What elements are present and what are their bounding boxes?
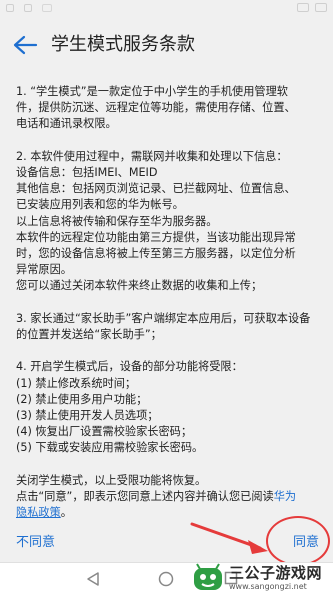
nav-back-icon[interactable] [86, 571, 100, 587]
back-arrow-icon[interactable] [12, 34, 38, 56]
terms-closing: 关闭学生模式，以上受限功能将恢复。 点击“同意”，即表示您同意上述内容并确认您已… [16, 473, 322, 522]
site-watermark: 三公子游戏网 www.sangongzi.net [191, 561, 331, 595]
terms-section-2: 2. 本软件使用过程中，需联网并收集和处理以下信息： 设备信息：包括IMEI、M… [16, 149, 322, 295]
terms-line: (5) 下载或安装应用需校验家长密码。 [16, 441, 204, 455]
consent-line: 点击“同意”，即表示您同意上述内容并确认您已阅读华为 [16, 489, 322, 505]
terms-line: 已安装应用列表和您的华为帐号。 [16, 198, 184, 212]
privacy-policy-link-start[interactable]: 华为 [274, 490, 296, 503]
terms-content: 1. “学生模式”是一款定位于中小学生的手机使用管理软 件，提供防沉迷、远程定位… [16, 84, 322, 521]
consent-line-2: 隐私政策。 [16, 505, 322, 521]
signal-icon [297, 3, 309, 12]
status-indicators [297, 3, 327, 12]
watermark-text: 三公子游戏网 www.sangongzi.net [229, 563, 323, 591]
notification-icon [24, 4, 32, 12]
terms-line: 以上信息将被传输和保存至华为服务器。 [16, 214, 218, 228]
terms-line: 电话和通讯录权限。 [16, 117, 117, 131]
terms-section-3: 3. 家长通过“家长助手”客户端绑定本应用后，可获取本设备 的位置并发送给“家长… [16, 311, 322, 343]
dialog-footer: 不同意 同意 [0, 522, 333, 562]
terms-line: 您可以通过关闭本软件来终止数据的收集和上传； [16, 279, 263, 293]
status-icons [6, 4, 52, 12]
notification-icon [6, 4, 14, 12]
terms-line: 件，提供防沉迷、远程定位等功能，需使用存储、位置、 [16, 101, 296, 115]
consent-suffix: 。 [60, 506, 72, 520]
terms-line: (4) 恢复出厂设置需校验家长密码； [16, 425, 193, 439]
disagree-button[interactable]: 不同意 [16, 531, 55, 550]
consent-text: 点击“同意”，即表示您同意上述内容并确认您已阅读 [16, 490, 274, 504]
terms-line: 2. 本软件使用过程中，需联网并收集和处理以下信息： [16, 149, 288, 163]
terms-line: 时，您的设备信息将被上传至第三方服务器，以定位分析 [16, 247, 296, 261]
watermark-name: 三公子游戏网 [229, 563, 323, 582]
terms-section-1: 1. “学生模式”是一款定位于中小学生的手机使用管理软 件，提供防沉迷、远程定位… [16, 84, 322, 133]
watermark-url: www.sangongzi.net [229, 581, 307, 591]
terms-line: 4. 开启学生模式后，设备的部分功能将受限： [16, 360, 243, 374]
terms-line: 1. “学生模式”是一款定位于中小学生的手机使用管理软 [16, 85, 288, 98]
terms-line: 设备信息：包括IMEI、MEID [16, 166, 158, 179]
terms-line: 其他信息：包括网页浏览记录、已拦截网址、位置信息、 [16, 182, 296, 196]
nav-home-icon[interactable] [158, 571, 174, 587]
battery-icon [315, 3, 327, 12]
terms-line: 3. 家长通过“家长助手”客户端绑定本应用后，可获取本设备 [16, 311, 311, 325]
privacy-policy-link[interactable]: 隐私政策 [16, 506, 61, 519]
app-bar: 学生模式服务条款 [0, 20, 333, 72]
terms-line: 关闭学生模式，以上受限功能将恢复。 [16, 473, 207, 487]
page-title: 学生模式服务条款 [51, 34, 195, 55]
terms-section-4: 4. 开启学生模式后，设备的部分功能将受限： (1) 禁止修改系统时间； (2)… [16, 359, 322, 456]
notification-icon [42, 4, 52, 12]
terms-line: (3) 禁止使用开发人员选项； [16, 409, 159, 423]
terms-line: 异常原因。 [16, 263, 72, 277]
watermark-logo-icon [194, 563, 222, 590]
terms-line: 的位置并发送给“家长助手”； [16, 328, 162, 342]
status-bar [0, 0, 333, 20]
terms-line: (2) 禁止使用多用户功能； [16, 392, 148, 406]
terms-line: 本软件的远程定位功能由第三方提供，当该功能出现异常 [16, 230, 296, 244]
terms-line: (1) 禁止修改系统时间； [16, 376, 137, 390]
agree-button[interactable]: 同意 [293, 531, 319, 550]
